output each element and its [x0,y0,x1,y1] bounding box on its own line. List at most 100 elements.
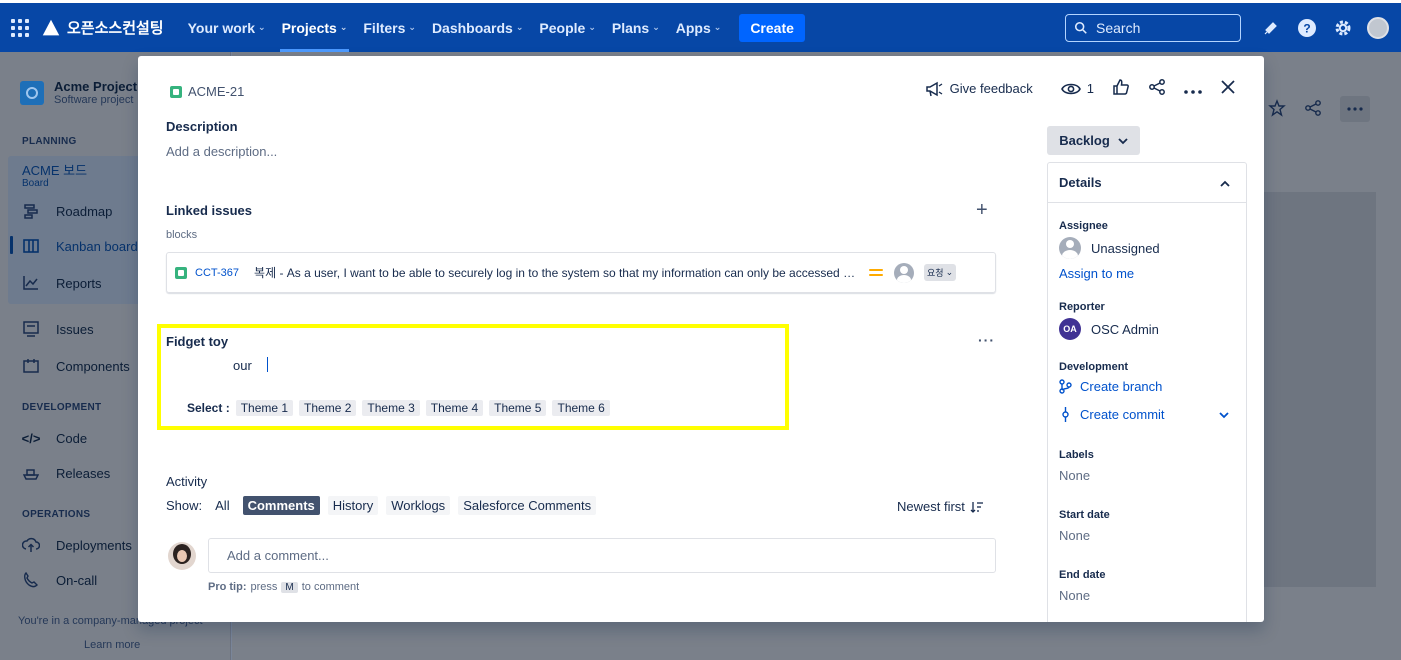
sort-order-button[interactable]: Newest first [897,499,984,514]
thumbs-up-icon[interactable] [1112,78,1130,99]
issue-key-breadcrumb[interactable]: ACME-21 [170,84,244,99]
add-linked-issue-icon[interactable]: + [976,200,988,220]
story-icon [170,85,182,98]
sidebar-item-label: Deployments [56,537,132,553]
app-switcher-icon[interactable] [0,2,40,54]
nav-right-group: Search ? [1065,3,1389,52]
reporter-field[interactable]: OA OSC Admin [1059,318,1159,340]
brand-logo[interactable]: 오픈소스컨설팅 [40,17,164,39]
settings-gear-icon[interactable] [1331,16,1355,40]
more-options-icon[interactable]: ··· [978,332,995,348]
give-feedback-button[interactable]: Give feedback [925,81,1033,97]
pro-tip: Pro tip: press M to comment [208,581,359,593]
reporter-value: OSC Admin [1091,321,1159,337]
linked-issue-key[interactable]: CCT-367 [195,267,239,279]
create-button[interactable]: Create [739,13,805,42]
theme-2-button[interactable]: Theme 2 [299,400,357,416]
pro-tip-press: press [250,581,278,593]
nav-apps[interactable]: Apps ⌄ [668,3,730,52]
nav-filters[interactable]: Filters ⌄ [355,3,424,52]
search-input[interactable]: Search [1065,13,1241,42]
issue-key: ACME-21 [188,84,245,99]
show-label: Show: [166,498,203,513]
chevron-up-icon [1220,175,1230,190]
share-icon[interactable] [1304,99,1322,120]
end-date-label: End date [1059,569,1106,581]
description-heading: Description [166,119,238,134]
nav-your-work[interactable]: Your work ⌄ [180,3,274,52]
sidebar-item-components[interactable]: Components [22,357,130,375]
activity-heading: Activity [166,474,208,489]
sidebar-item-label: Components [56,358,130,374]
project-header[interactable]: Acme Project Software project [20,79,137,106]
create-branch-label: Create branch [1080,379,1163,394]
sidebar-item-label: Issues [56,321,94,337]
components-icon [22,357,40,375]
board-title[interactable]: ACME 보드 [22,160,87,179]
notifications-icon[interactable] [1259,16,1283,40]
close-icon[interactable] [1220,79,1236,98]
linked-issue-status[interactable]: 요청 ⌄ [924,264,957,281]
status-dropdown[interactable]: Backlog [1047,126,1140,155]
watch-button[interactable]: 1 [1060,81,1094,96]
board-column-background [1264,192,1376,587]
tab-history[interactable]: History [327,496,379,515]
more-actions-icon[interactable] [1340,96,1370,122]
theme-6-button[interactable]: Theme 6 [552,400,610,416]
board-columns-icon [22,237,40,255]
nav-dashboards-label: Dashboards [431,19,513,36]
comment-input[interactable]: Add a comment... [208,538,996,573]
roadmap-icon [22,202,40,220]
tab-worklogs[interactable]: Worklogs [386,496,451,515]
nav-plans[interactable]: Plans ⌄ [604,3,668,52]
reporter-avatar: OA [1059,318,1081,340]
more-options-icon[interactable] [1184,81,1202,97]
megaphone-icon [925,81,943,96]
help-icon[interactable]: ? [1295,16,1319,40]
theme-1-button[interactable]: Theme 1 [235,400,294,416]
labels-value[interactable]: None [1059,468,1090,483]
assign-to-me-link[interactable]: Assign to me [1059,266,1134,281]
give-feedback-label: Give feedback [949,81,1033,96]
sidebar-item-kanban[interactable]: Kanban board [22,237,138,255]
pro-tip-label: Pro tip: [208,581,247,593]
end-date-value[interactable]: None [1059,588,1090,603]
search-placeholder: Search [1096,19,1141,36]
status-label: Backlog [1059,133,1110,148]
sidebar-item-roadmap[interactable]: Roadmap [22,202,112,220]
sidebar-item-releases[interactable]: Releases [22,464,110,482]
svg-text:?: ? [1303,21,1310,35]
start-date-value[interactable]: None [1059,528,1090,543]
create-commit-link[interactable]: Create commit [1059,407,1229,422]
linked-issue-summary: 복제 - As a user, I want to be able to sec… [254,266,860,280]
tab-comments[interactable]: Comments [242,496,320,515]
tab-all[interactable]: All [210,496,234,515]
details-header[interactable]: Details [1048,163,1246,203]
linked-issue-row[interactable]: CCT-367 복제 - As a user, I want to be abl… [166,252,996,293]
sidebar-item-code[interactable]: </> Code [22,429,87,447]
theme-3-button[interactable]: Theme 3 [362,400,420,416]
priority-medium-icon [869,269,884,276]
nav-people[interactable]: People ⌄ [531,3,603,52]
nav-dashboards[interactable]: Dashboards ⌄ [424,3,531,52]
theme-4-button[interactable]: Theme 4 [425,400,484,416]
chevron-down-icon: ⌄ [713,22,722,32]
create-branch-link[interactable]: Create branch [1059,379,1162,394]
brand-logo-icon [42,19,60,35]
description-field[interactable]: Add a description... [166,144,277,159]
project-name: Acme Project [54,79,138,94]
details-heading: Details [1059,175,1102,190]
nav-projects[interactable]: Projects ⌄ [274,3,356,52]
theme-5-button[interactable]: Theme 5 [489,400,547,416]
tab-salesforce-comments[interactable]: Salesforce Comments [458,496,597,515]
sidebar-item-oncall[interactable]: On-call [22,571,97,589]
chevron-down-icon[interactable] [1219,407,1229,422]
sidebar-item-issues[interactable]: Issues [22,320,94,338]
sidebar-item-deployments[interactable]: Deployments [22,536,132,554]
user-avatar[interactable] [1367,16,1389,39]
learn-more-link[interactable]: Learn more [84,639,140,651]
sidebar-item-reports[interactable]: Reports [22,274,102,292]
share-icon[interactable] [1148,78,1166,99]
assignee-field[interactable]: Unassigned [1059,237,1160,259]
star-icon[interactable] [1268,98,1286,120]
